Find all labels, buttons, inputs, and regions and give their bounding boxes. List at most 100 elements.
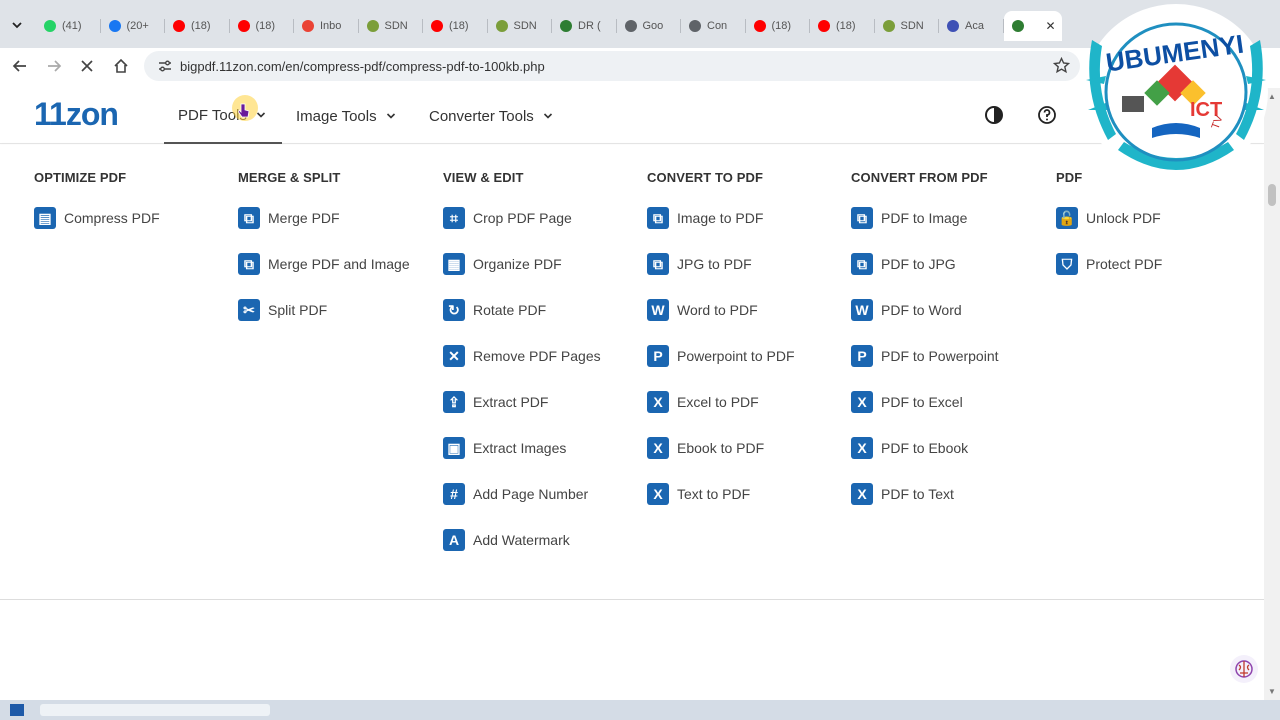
tool-label: PDF to Word bbox=[881, 302, 962, 318]
tool-link[interactable]: P Powerpoint to PDF bbox=[647, 345, 795, 367]
browser-tab[interactable]: DR ( bbox=[552, 11, 617, 41]
channel-watermark-logo: UBUMENYI ICT TV bbox=[1078, 0, 1274, 184]
browser-tab[interactable]: SDN bbox=[359, 11, 424, 41]
tool-link[interactable]: X PDF to Text bbox=[851, 483, 954, 505]
tool-link[interactable]: W Word to PDF bbox=[647, 299, 758, 321]
close-tab-icon[interactable]: ✕ bbox=[1046, 19, 1056, 33]
browser-tab-label: (18) bbox=[449, 20, 469, 32]
drive-icon bbox=[560, 20, 572, 32]
whatsapp-icon bbox=[44, 20, 56, 32]
theme-contrast-icon[interactable] bbox=[983, 104, 1005, 126]
help-icon[interactable] bbox=[1036, 104, 1058, 126]
tool-link[interactable]: ⇪ Extract PDF bbox=[443, 391, 548, 413]
tool-icon: ▦ bbox=[443, 253, 465, 275]
tool-label: Unlock PDF bbox=[1086, 210, 1161, 226]
globe-icon bbox=[689, 20, 701, 32]
tool-link[interactable]: ⧉ Image to PDF bbox=[647, 207, 763, 229]
browser-tab[interactable]: SDN bbox=[875, 11, 940, 41]
browser-tab[interactable]: (41) bbox=[36, 11, 101, 41]
tool-link[interactable]: ⛉ Protect PDF bbox=[1056, 253, 1162, 275]
tool-link[interactable]: P PDF to Powerpoint bbox=[851, 345, 999, 367]
url-text: bigpdf.11zon.com/en/compress-pdf/compres… bbox=[180, 58, 545, 74]
browser-tab-label: SDN bbox=[513, 20, 537, 32]
tool-icon: X bbox=[851, 437, 873, 459]
browser-tab[interactable]: SDN bbox=[488, 11, 553, 41]
tool-label: Split PDF bbox=[268, 302, 328, 318]
site-info-icon[interactable] bbox=[150, 59, 180, 73]
tool-link[interactable]: ⧉ PDF to JPG bbox=[851, 253, 956, 275]
tool-icon: ⧉ bbox=[851, 207, 873, 229]
ai-assistant-icon[interactable] bbox=[1230, 655, 1258, 683]
browser-tab[interactable]: Inbo bbox=[294, 11, 359, 41]
youtube-icon bbox=[753, 20, 766, 32]
tool-link[interactable]: ↻ Rotate PDF bbox=[443, 299, 546, 321]
tool-label: Merge PDF and Image bbox=[268, 256, 410, 272]
tool-link[interactable]: W PDF to Word bbox=[851, 299, 962, 321]
home-icon[interactable] bbox=[109, 54, 133, 78]
menu-column-title: OPTIMIZE PDF bbox=[34, 170, 127, 185]
sdms-icon bbox=[366, 20, 379, 32]
tool-icon: ⧉ bbox=[238, 207, 260, 229]
browser-tab-label: DR ( bbox=[578, 20, 601, 32]
tab-search-dropdown-icon[interactable] bbox=[6, 14, 28, 36]
menu-column-title: CONVERT TO PDF bbox=[647, 170, 764, 185]
scrollbar-thumb[interactable] bbox=[1268, 184, 1276, 206]
back-arrow-icon[interactable] bbox=[8, 54, 32, 78]
forward-arrow-icon[interactable] bbox=[42, 54, 66, 78]
browser-tab[interactable]: (18) bbox=[230, 11, 295, 41]
tool-label: Ebook to PDF bbox=[677, 440, 765, 456]
tool-label: Text to PDF bbox=[677, 486, 751, 502]
menu-image-tools-label: Image Tools bbox=[296, 107, 377, 125]
bookmark-star-icon[interactable] bbox=[1052, 56, 1071, 79]
tool-link[interactable]: ✕ Remove PDF Pages bbox=[443, 345, 601, 367]
tool-label: Excel to PDF bbox=[677, 394, 759, 410]
tool-link[interactable]: ⧉ PDF to Image bbox=[851, 207, 967, 229]
tab-list: (41) (20+ (18) (18) Inbo SDN (18) SDN DR (Goo Con… bbox=[36, 11, 1062, 41]
tool-link[interactable]: # Add Page Number bbox=[443, 483, 588, 505]
browser-tab[interactable]: Con bbox=[681, 11, 746, 41]
tool-link[interactable]: X Ebook to PDF bbox=[647, 437, 764, 459]
tool-label: Organize PDF bbox=[473, 256, 562, 272]
browser-tab[interactable]: Aca bbox=[939, 11, 1004, 41]
menu-image-tools[interactable]: Image Tools bbox=[282, 88, 410, 144]
active-browser-tab[interactable]: ✕ bbox=[1003, 11, 1062, 41]
browser-tab[interactable]: (18) bbox=[810, 11, 875, 41]
tool-link[interactable]: A Add Watermark bbox=[443, 529, 570, 551]
browser-tab[interactable]: (18) bbox=[165, 11, 230, 41]
address-bar[interactable]: bigpdf.11zon.com/en/compress-pdf/compres… bbox=[144, 51, 1080, 81]
tool-link[interactable]: X Excel to PDF bbox=[647, 391, 759, 413]
tool-link[interactable]: ✂ Split PDF bbox=[238, 299, 327, 321]
tool-label: Protect PDF bbox=[1086, 256, 1163, 272]
tool-link[interactable]: ⌗ Crop PDF Page bbox=[443, 207, 572, 229]
stop-loading-icon[interactable] bbox=[75, 54, 99, 78]
menu-column-title: CONVERT FROM PDF bbox=[851, 170, 988, 185]
menu-pdf-tools[interactable]: PDF Tools bbox=[164, 88, 282, 144]
start-menu-icon[interactable] bbox=[10, 704, 24, 716]
menu-converter-tools-label: Converter Tools bbox=[429, 107, 534, 125]
tool-label: Extract Images bbox=[473, 440, 567, 456]
browser-tab[interactable]: (18) bbox=[423, 11, 488, 41]
browser-tab[interactable]: (20+ bbox=[101, 11, 166, 41]
scroll-down-icon[interactable]: ▼ bbox=[1268, 687, 1276, 696]
taskbar-search-box[interactable] bbox=[40, 704, 270, 716]
tool-link[interactable]: ▤ Compress PDF bbox=[34, 207, 160, 229]
browser-tab[interactable]: (18) bbox=[746, 11, 811, 41]
tool-link[interactable]: ⧉ Merge PDF bbox=[238, 207, 340, 229]
tool-label: Image to PDF bbox=[677, 210, 764, 226]
tool-link[interactable]: ⧉ JPG to PDF bbox=[647, 253, 752, 275]
tool-icon: P bbox=[851, 345, 873, 367]
tool-link[interactable]: X Text to PDF bbox=[647, 483, 750, 505]
tool-icon: 🔓 bbox=[1056, 207, 1078, 229]
browser-tab[interactable]: Goo bbox=[617, 11, 682, 41]
site-logo[interactable]: 11zon bbox=[34, 96, 119, 133]
tool-label: Rotate PDF bbox=[473, 302, 547, 318]
tool-link[interactable]: ▦ Organize PDF bbox=[443, 253, 562, 275]
tool-link[interactable]: ▣ Extract Images bbox=[443, 437, 566, 459]
sdms-icon bbox=[495, 20, 508, 32]
tool-link[interactable]: X PDF to Ebook bbox=[851, 437, 968, 459]
tool-icon: X bbox=[851, 483, 873, 505]
tool-link[interactable]: ⧉ Merge PDF and Image bbox=[238, 253, 410, 275]
menu-converter-tools[interactable]: Converter Tools bbox=[415, 88, 567, 144]
tool-link[interactable]: 🔓 Unlock PDF bbox=[1056, 207, 1161, 229]
tool-link[interactable]: X PDF to Excel bbox=[851, 391, 963, 413]
